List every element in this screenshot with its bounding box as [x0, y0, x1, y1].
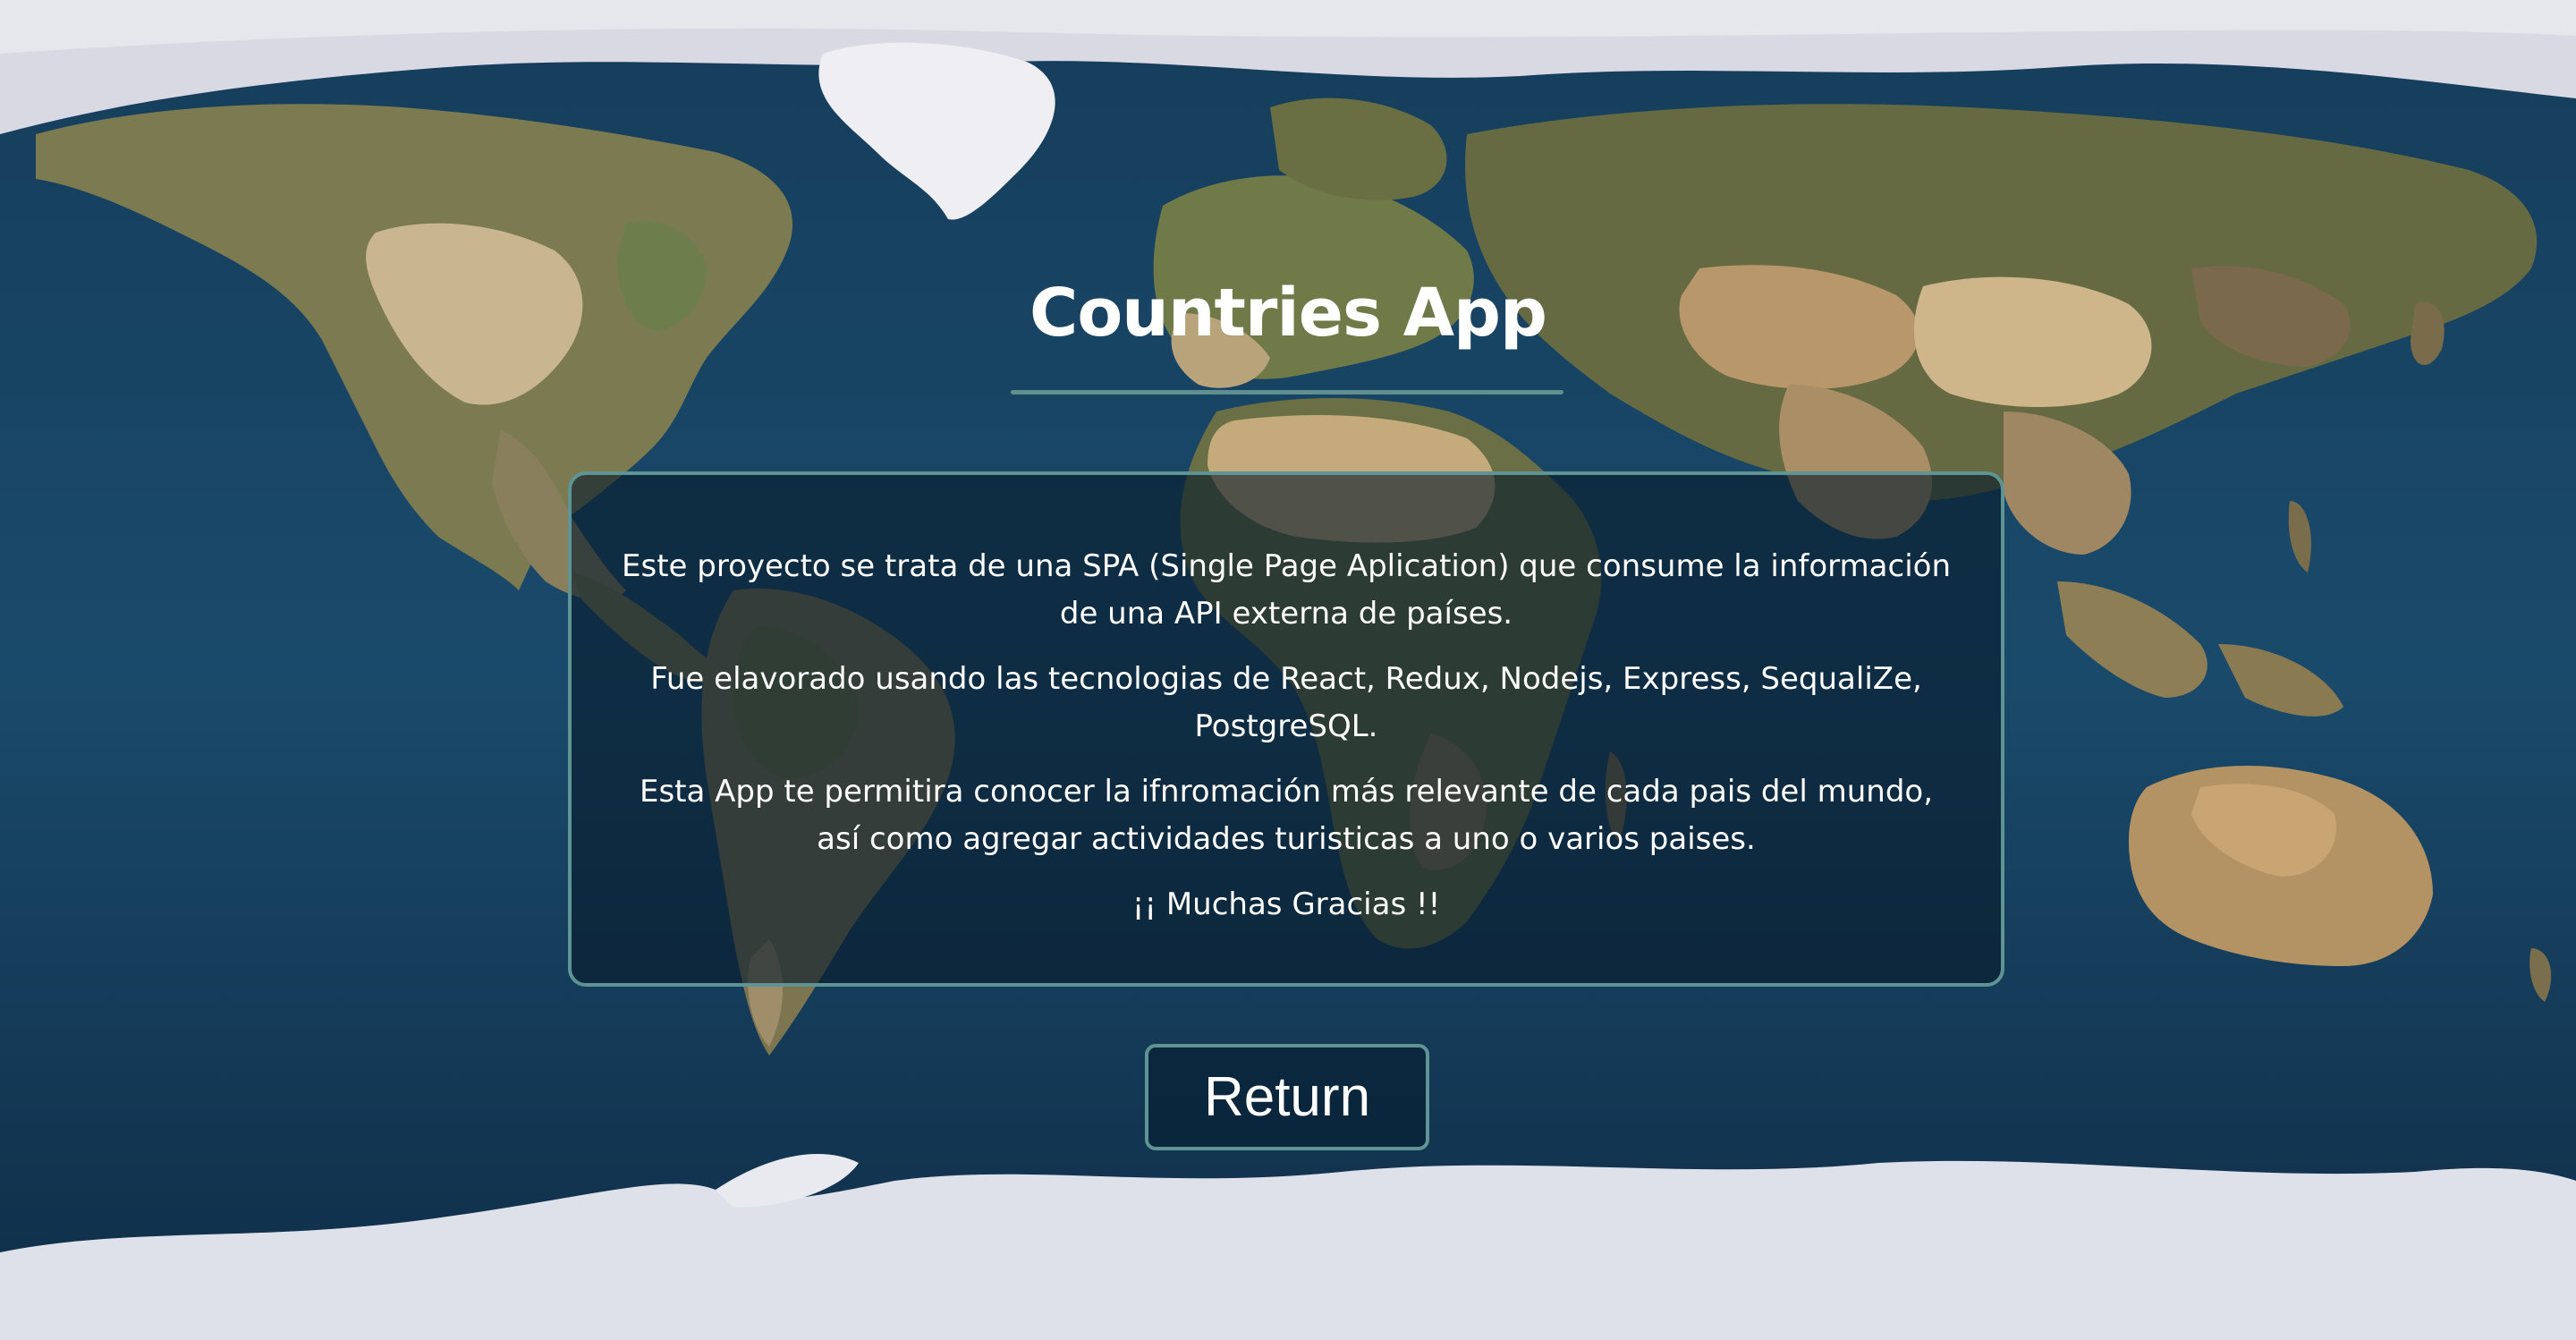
about-paragraph-1: Este proyecto se trata de una SPA (Singl… — [622, 548, 1951, 632]
about-page: Countries App Este proyecto se trata de … — [0, 0, 2576, 1340]
thanks-text: ¡¡ Muchas Gracias !! — [1131, 886, 1441, 922]
page-title: Countries App — [1030, 275, 1547, 352]
about-paragraph-2: Fue elavorado usando las tecnologias de … — [650, 661, 1922, 744]
main-content: Countries App Este proyecto se trata de … — [0, 0, 2576, 1340]
about-card: Este proyecto se trata de una SPA (Singl… — [568, 471, 2004, 987]
about-paragraph-3: Esta App te permitira conocer la ifnroma… — [639, 774, 1934, 857]
title-underline — [1011, 390, 1563, 394]
about-text: Este proyecto se trata de una SPA (Singl… — [616, 543, 1956, 946]
return-button[interactable]: Return — [1145, 1044, 1429, 1150]
